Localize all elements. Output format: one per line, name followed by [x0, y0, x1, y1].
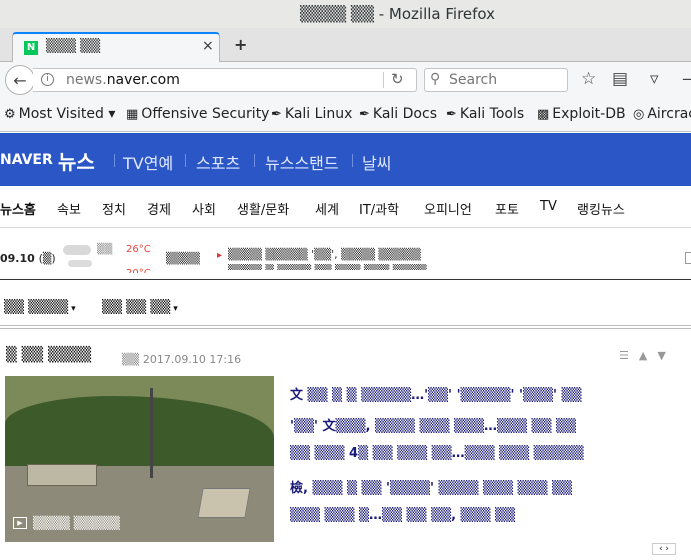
service-sports[interactable]: 스포츠 — [196, 150, 240, 174]
service-newsstand[interactable]: 뉴스스탠드 — [265, 150, 339, 174]
bookmark-kali-linux[interactable]: ✒ Kali Linux — [271, 106, 352, 122]
thumb-caption: ▶ ▒▒▒▒ ▒▒▒▒▒ — [13, 516, 120, 530]
bookmark-offensive-security[interactable]: ▦ Offensive Security — [126, 106, 269, 122]
category-world[interactable]: 세계 — [315, 199, 339, 218]
thumb-pole — [150, 388, 153, 478]
divider — [254, 154, 255, 167]
category-photo[interactable]: 포토 — [495, 199, 519, 218]
service-weather[interactable]: 날씨 — [362, 150, 391, 174]
category-life-culture[interactable]: 생활/문화 — [237, 199, 289, 218]
bookmark-kali-tools[interactable]: ✒ Kali Tools — [446, 106, 524, 122]
cloud-icon — [63, 245, 91, 255]
category-ranking-news[interactable]: 랭킹뉴스 — [577, 199, 625, 218]
article-line[interactable]: '▒▒' 文▒▒▒, ▒▒▒▒ ▒▒▒ ▒▒▒…▒▒▒ ▒▒ ▒▒ — [290, 415, 620, 446]
weather-location: ▒▒ — [97, 244, 113, 255]
bookmark-most-visited[interactable]: ⚙ Most Visited ▾ — [4, 106, 115, 122]
naver-favicon-icon: N — [24, 41, 38, 55]
ticker-headline-next[interactable]: ▒▒▒▒ ▒ ▒▒▒▒ ▒▒ ▒▒▒ ▒▒▒ ▒▒▒▒ — [228, 264, 427, 270]
window-titlebar: ▒▒▒▒ ▒▒ - Mozilla Firefox — [0, 0, 691, 28]
category-menu: 뉴스홈 속보 정치 경제 사회 생활/문화 세계 IT/과학 오피니언 포토 T… — [0, 186, 691, 228]
window-title: ▒▒▒▒ ▒▒ - Mozilla Firefox — [300, 5, 496, 23]
category-tv[interactable]: TV — [540, 199, 557, 214]
category-politics[interactable]: 정치 — [102, 199, 126, 218]
gear-icon: ⚙ — [4, 106, 16, 122]
divider — [114, 154, 115, 167]
article-tools: ☰ ▲ ▼ — [619, 349, 666, 362]
article-headlines: 文 ▒▒ ▒ ▒ ▒▒▒▒▒…'▒▒' '▒▒▒▒▒' '▒▒▒' ▒▒ '▒▒… — [290, 384, 620, 539]
category-breaking[interactable]: 속보 — [57, 199, 81, 218]
article-line[interactable]: ▒▒▒ ▒▒▒ ▒…▒▒ ▒▒ ▒▒, ▒▒▒ ▒▒ — [290, 508, 620, 539]
bookmark-aircrack[interactable]: ◎Aircrack — [633, 106, 691, 122]
divider — [0, 325, 691, 329]
kali-icon: ✒ — [359, 106, 370, 122]
url-separator — [383, 72, 384, 88]
site-info-icon[interactable]: i — [41, 73, 54, 86]
list-view-icon[interactable]: ☰ — [619, 349, 629, 362]
video-play-icon: ▶ — [13, 517, 27, 529]
bookmark-star-icon[interactable]: ☆ — [581, 69, 596, 89]
tab-strip: N ▒▒▒ ▒▒ × + — [0, 28, 691, 63]
ticker-bar: 09.10 (▒) ▒▒ 26°C 20°C ▒▒▒▒ ▸ ▒▒▒▒ ▒▒▒▒▒… — [0, 228, 691, 280]
offsec-icon: ▦ — [126, 106, 139, 122]
article-line[interactable]: 檢, ▒▒▒ ▒ ▒▒ '▒▒▒▒' ▒▒▒▒ ▒▒▒ ▒▒▒ ▒▒ — [290, 477, 620, 508]
library-icon[interactable]: ▤ — [612, 69, 628, 89]
kali-icon: ✒ — [271, 106, 282, 122]
url-text[interactable]: news.naver.com — [66, 72, 180, 88]
category-it-science[interactable]: IT/과학 — [359, 199, 399, 218]
aircrack-icon: ◎ — [633, 106, 645, 122]
article-line[interactable]: ▒▒ ▒▒▒ 4▒ ▒▒ ▒▒▒ ▒▒…▒▒▒ ▒▒▒ ▒▒▒▒▒ — [290, 446, 620, 477]
pager-buttons[interactable]: ‹ › — [652, 543, 676, 555]
tab-title: ▒▒▒ ▒▒ — [46, 39, 101, 54]
down-arrow-icon[interactable]: ▼ — [657, 349, 665, 362]
back-arrow-icon: ← — [13, 70, 27, 90]
category-economy[interactable]: 경제 — [147, 199, 171, 218]
ticker-category: ▒▒▒▒ — [166, 252, 200, 265]
thumb-truck — [27, 464, 97, 486]
cloud-icon — [68, 260, 92, 267]
navigation-bar: ← i news.naver.com ↻ ⚲ ☆ ▤ ▿ — — [0, 62, 691, 98]
pocket-icon[interactable]: ▿ — [650, 69, 659, 89]
naver-logo[interactable]: NAVER — [0, 152, 53, 168]
new-tab-button[interactable]: + — [234, 35, 247, 54]
bookmarks-bar: ⚙ Most Visited ▾ ▦ Offensive Security ✒ Kal… — [0, 98, 691, 132]
search-icon: ⚲ — [430, 71, 441, 87]
category-society[interactable]: 사회 — [192, 199, 216, 218]
ticker-headline[interactable]: ▒▒▒▒ ▒▒▒▒▒ '▒▒', ▒▒▒▒ ▒▒▒▒▒ — [228, 248, 421, 261]
chevron-down-icon: ▾ — [173, 304, 178, 314]
article-source: ▒▒ 2017.09.10 17:16 — [122, 353, 242, 366]
ticker-next-button[interactable] — [685, 252, 691, 264]
weather-temperature-next: 20°C — [126, 268, 151, 273]
service-tv-entertainment[interactable]: TV연예 — [123, 150, 173, 174]
naver-header: NAVER 뉴스 TV연예 스포츠 뉴스스탠드 날씨 — [0, 133, 691, 186]
reload-icon[interactable]: ↻ — [391, 70, 404, 88]
category-opinion[interactable]: 오피니언 — [424, 199, 472, 218]
weather-temperature: 26°C — [126, 244, 151, 255]
search-input[interactable] — [449, 71, 559, 89]
search-box[interactable]: ⚲ — [424, 68, 568, 92]
chevron-down-icon: ▾ — [71, 304, 76, 314]
ticker-date: 09.10 (▒) — [0, 252, 56, 265]
article-line[interactable]: 文 ▒▒ ▒ ▒ ▒▒▒▒▒…'▒▒' '▒▒▒▒▒' '▒▒▒' ▒▒ — [290, 384, 620, 415]
filter-dropdown-2[interactable]: ▒▒ ▒▒ ▒▒ ▾ — [102, 300, 178, 315]
kali-icon: ✒ — [446, 106, 457, 122]
thumb-launcher — [197, 488, 251, 518]
bookmark-kali-docs[interactable]: ✒ Kali Docs — [359, 106, 437, 122]
article-thumbnail[interactable]: ▶ ▒▒▒▒ ▒▒▒▒▒ — [5, 376, 274, 542]
url-bar[interactable]: i news.naver.com ↻ — [33, 68, 417, 92]
tab-naver-news[interactable]: N ▒▒▒ ▒▒ × — [12, 32, 220, 63]
close-tab-icon[interactable]: × — [202, 38, 214, 54]
bookmark-exploit-db[interactable]: ▩ Exploit-DB — [537, 106, 626, 122]
article-section-title[interactable]: ▒ ▒▒ ▒▒▒▒ — [6, 347, 91, 363]
up-arrow-icon[interactable]: ▲ — [639, 349, 647, 362]
filter-dropdown-1[interactable]: ▒▒ ▒▒▒▒ ▾ — [4, 300, 76, 315]
back-button[interactable]: ← — [5, 65, 35, 95]
ticker-arrow-icon: ▸ — [217, 250, 223, 261]
news-section-title[interactable]: 뉴스 — [58, 146, 95, 175]
divider — [185, 154, 186, 167]
exploitdb-icon: ▩ — [537, 106, 550, 122]
overflow-menu-icon[interactable]: — — [682, 69, 691, 89]
divider — [352, 154, 353, 167]
category-news-home[interactable]: 뉴스홈 — [0, 199, 36, 218]
filter-row: ▒▒ ▒▒▒▒ ▾ ▒▒ ▒▒ ▒▒ ▾ — [0, 298, 691, 320]
